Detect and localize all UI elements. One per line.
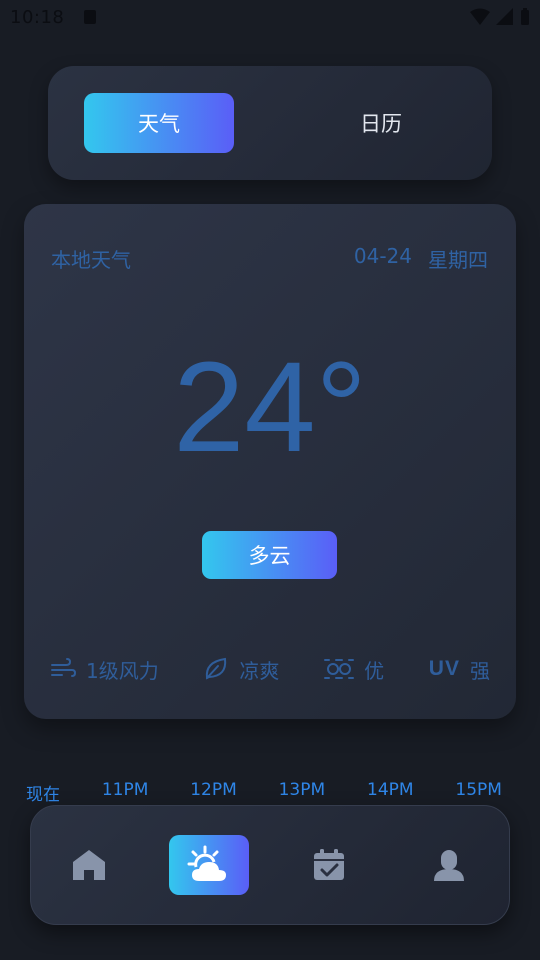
tab-weather[interactable]: 天气 <box>84 93 234 153</box>
air-quality-icon <box>324 659 355 679</box>
signal-icon <box>496 8 513 25</box>
hourly-labels: 现在 11PM 12PM 13PM 14PM 15PM <box>26 780 502 806</box>
nav-profile[interactable] <box>409 835 489 895</box>
date-value: 04-24 <box>353 244 412 268</box>
nav-calendar[interactable] <box>289 835 369 895</box>
condition-badge[interactable]: 多云 <box>202 531 337 579</box>
nav-weather[interactable] <box>169 835 249 895</box>
metric-uv: UV 强 <box>429 655 490 684</box>
battery-icon <box>521 8 529 25</box>
calendar-check-icon <box>314 849 344 880</box>
user-icon <box>434 850 464 881</box>
date-display: 04-24 星期四 <box>354 244 488 273</box>
notification-icon <box>84 10 96 24</box>
uv-icon: UV <box>428 657 460 680</box>
metric-wind: 1级风力 <box>50 655 159 684</box>
status-time: 10:18 <box>10 7 65 28</box>
feel-value: 凉爽 <box>239 658 280 683</box>
hour-label: 13PM <box>278 780 326 800</box>
location-label: 本地天气 <box>51 248 131 272</box>
weather-card: 本地天气 04-24 星期四 24° 多云 1级风力 凉爽 优 UV 强 <box>24 204 516 719</box>
hour-label: 14PM <box>367 780 414 800</box>
uv-value: 强 <box>469 658 490 683</box>
bottom-nav <box>30 805 510 925</box>
metric-air-quality: 优 <box>324 655 384 684</box>
hour-label: 11PM <box>101 780 149 800</box>
weather-metrics: 1级风力 凉爽 优 UV 强 <box>50 654 490 684</box>
status-bar: 10:18 <box>0 0 540 36</box>
metric-feel: 凉爽 <box>203 655 279 684</box>
weekday-value: 星期四 <box>428 248 488 272</box>
nav-home[interactable] <box>49 835 129 895</box>
air-quality-value: 优 <box>364 658 385 683</box>
view-switcher: 天气 日历 <box>48 66 492 180</box>
hour-label: 现在 <box>26 785 60 805</box>
tab-calendar[interactable]: 日历 <box>306 93 456 153</box>
home-icon <box>73 850 105 880</box>
wind-value: 1级风力 <box>86 658 159 683</box>
hour-label: 12PM <box>190 780 237 800</box>
hour-label: 15PM <box>455 780 502 800</box>
partly-cloudy-icon <box>187 845 226 881</box>
temperature-value: 24° <box>173 336 367 479</box>
leaf-icon <box>206 657 227 680</box>
wifi-icon <box>470 8 490 25</box>
wind-icon <box>51 658 76 677</box>
status-icons <box>470 8 530 26</box>
